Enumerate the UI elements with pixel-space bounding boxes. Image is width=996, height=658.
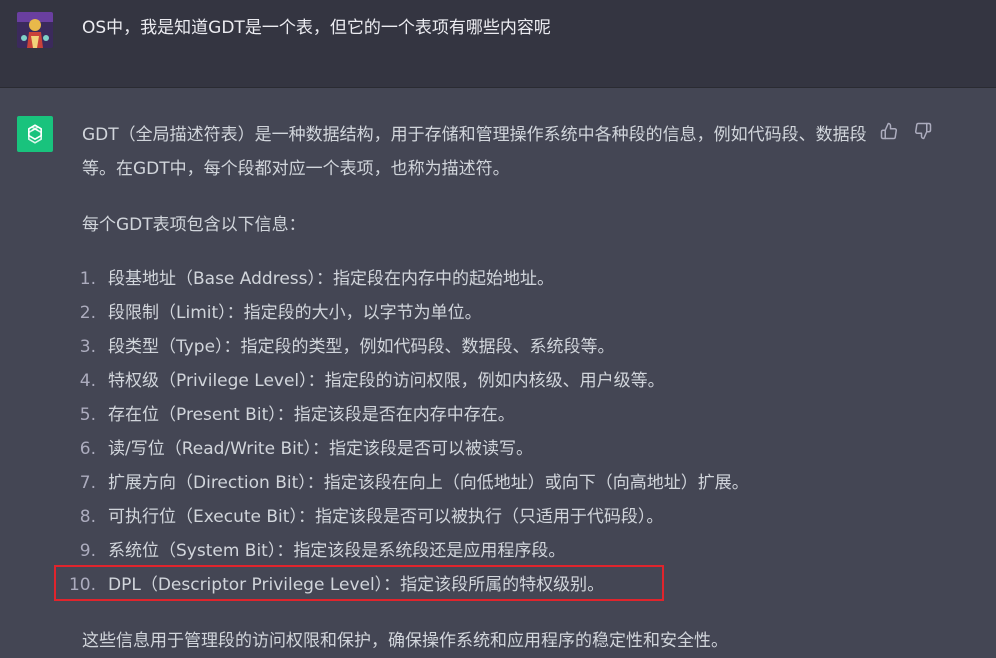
list-item-text: 读/写位（Read/Write Bit）：指定该段是否可以被读写。 xyxy=(108,439,534,459)
list-item: 5. 存在位（Present Bit）：指定该段是否在内存中存在。 xyxy=(80,398,872,432)
list-item-text: 特权级（Privilege Level）：指定段的访问权限，例如内核级、用户级等… xyxy=(108,371,665,391)
openai-logo-icon xyxy=(17,116,53,152)
assistant-intro-paragraph: GDT（全局描述符表）是一种数据结构，用于存储和管理操作系统中各种段的信息，例如… xyxy=(82,125,867,179)
assistant-message-content: GDT（全局描述符表）是一种数据结构，用于存储和管理操作系统中各种段的信息，例如… xyxy=(69,118,872,658)
list-item: 4. 特权级（Privilege Level）：指定段的访问权限，例如内核级、用… xyxy=(80,364,872,398)
list-item-number: 4. xyxy=(79,371,96,391)
list-item-number: 5. xyxy=(79,405,96,425)
list-item: 9. 系统位（System Bit）：指定该段是系统段还是应用程序段。 xyxy=(80,534,872,568)
list-item: 6. 读/写位（Read/Write Bit）：指定该段是否可以被读写。 xyxy=(80,432,872,466)
list-item-highlighted: 10. DPL（Descriptor Privilege Level）：指定该段… xyxy=(69,568,872,602)
list-item-text: 存在位（Present Bit）：指定该段是否在内存中存在。 xyxy=(108,405,515,425)
list-item-number: 7. xyxy=(79,473,96,493)
list-item-number: 6. xyxy=(79,439,96,459)
list-item-text: 段类型（Type）：指定段的类型，例如代码段、数据段、系统段等。 xyxy=(108,337,615,357)
user-message-row: OS中，我是知道GDT是一个表，但它的一个表项有哪些内容呢 xyxy=(0,0,996,88)
user-avatar xyxy=(17,12,53,48)
list-item-number: 10. xyxy=(68,575,96,595)
list-item: 2. 段限制（Limit）：指定段的大小，以字节为单位。 xyxy=(80,296,872,330)
list-item: 1. 段基地址（Base Address）：指定段在内存中的起始地址。 xyxy=(80,262,872,296)
list-item-number: 8. xyxy=(79,507,96,527)
thumbs-up-icon[interactable] xyxy=(878,120,900,142)
user-message-text: OS中，我是知道GDT是一个表，但它的一个表项有哪些内容呢 xyxy=(82,18,551,38)
list-item-number: 2. xyxy=(79,303,96,323)
list-item-number: 9. xyxy=(79,541,96,561)
list-item: 8. 可执行位（Execute Bit）：指定该段是否可以被执行（只适用于代码段… xyxy=(80,500,872,534)
list-item: 3. 段类型（Type）：指定段的类型，例如代码段、数据段、系统段等。 xyxy=(80,330,872,364)
list-item-text: 扩展方向（Direction Bit）：指定该段在向上（向低地址）或向下（向高地… xyxy=(108,473,749,493)
list-item-text: 可执行位（Execute Bit）：指定该段是否可以被执行（只适用于代码段）。 xyxy=(108,507,664,527)
list-item: 7. 扩展方向（Direction Bit）：指定该段在向上（向低地址）或向下（… xyxy=(80,466,872,500)
list-item-text: 段基地址（Base Address）：指定段在内存中的起始地址。 xyxy=(108,269,555,289)
assistant-conclusion-paragraph: 这些信息用于管理段的访问权限和保护，确保操作系统和应用程序的稳定性和安全性。 xyxy=(82,631,728,651)
list-item-number: 1. xyxy=(79,269,96,289)
assistant-message-row: GDT（全局描述符表）是一种数据结构，用于存储和管理操作系统中各种段的信息，例如… xyxy=(0,88,996,656)
list-item-text: 段限制（Limit）：指定段的大小，以字节为单位。 xyxy=(108,303,482,323)
list-item-text: DPL（Descriptor Privilege Level）：指定该段所属的特… xyxy=(108,575,605,595)
gdt-field-list: 1. 段基地址（Base Address）：指定段在内存中的起始地址。 2. 段… xyxy=(69,262,872,602)
thumbs-down-icon[interactable] xyxy=(912,120,934,142)
assistant-lead-paragraph: 每个GDT表项包含以下信息： xyxy=(82,215,306,235)
list-item-text: 系统位（System Bit）：指定该段是系统段还是应用程序段。 xyxy=(108,541,566,561)
list-item-number: 3. xyxy=(79,337,96,357)
